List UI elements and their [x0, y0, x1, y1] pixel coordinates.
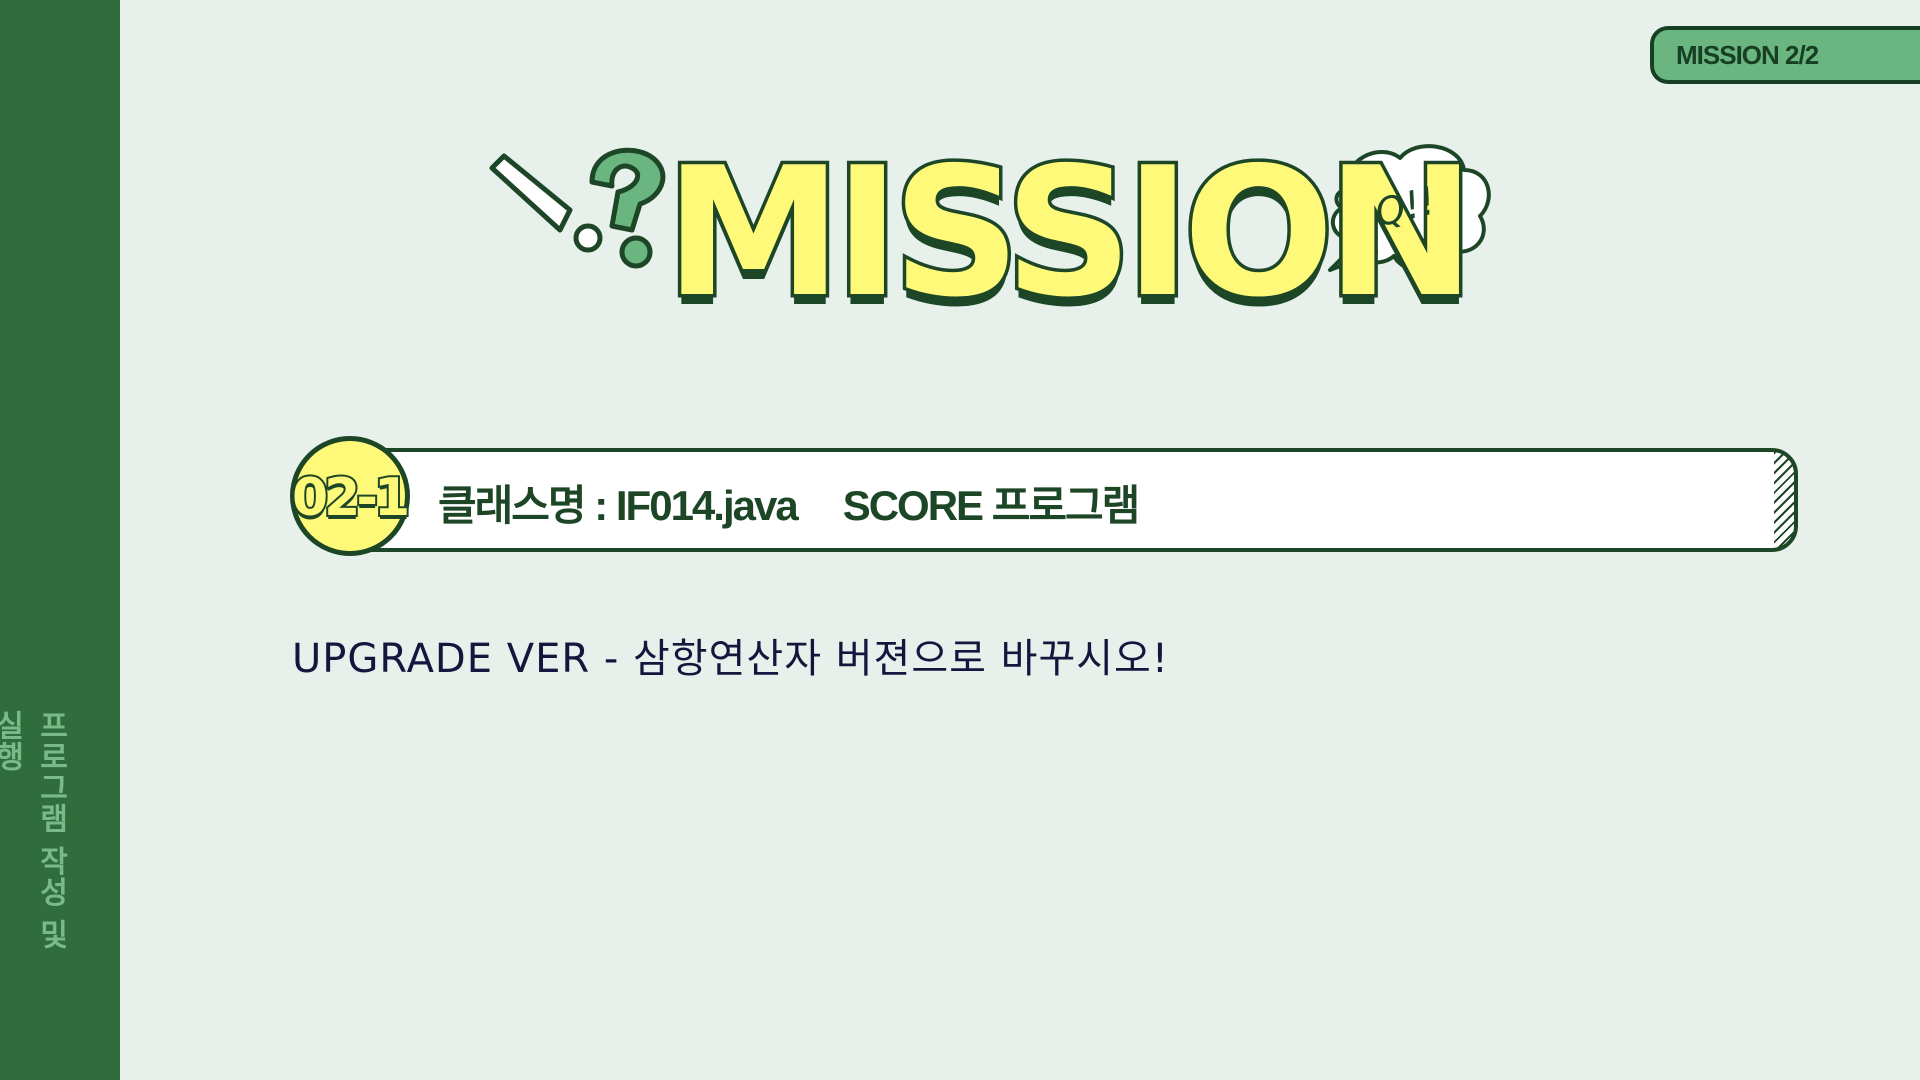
mission-title: MISSION	[661, 129, 1478, 336]
sidebar-caption: 프로그램 작성 및 실행	[0, 710, 68, 950]
sidebar: 프로그램 작성 및 실행	[0, 0, 120, 1080]
mission-instruction: UPGRADE VER - 삼항연산자 버젼으로 바꾸시오!	[292, 636, 1169, 682]
question-icon	[589, 147, 666, 269]
mission-number: 02-1	[290, 466, 412, 530]
mission-hero: MISSION Q!!	[480, 130, 1500, 340]
mission-progress-badge: MISSION 2/2	[1650, 26, 1920, 84]
mission-header-text: 클래스명 : IF014.java SCORE 프로그램	[438, 472, 1141, 533]
bar-stripes	[1774, 452, 1794, 548]
class-name-label: 클래스명 : IF014.java	[438, 482, 799, 529]
program-name-label: SCORE 프로그램	[842, 482, 1141, 529]
exclamation-icon	[489, 153, 603, 253]
